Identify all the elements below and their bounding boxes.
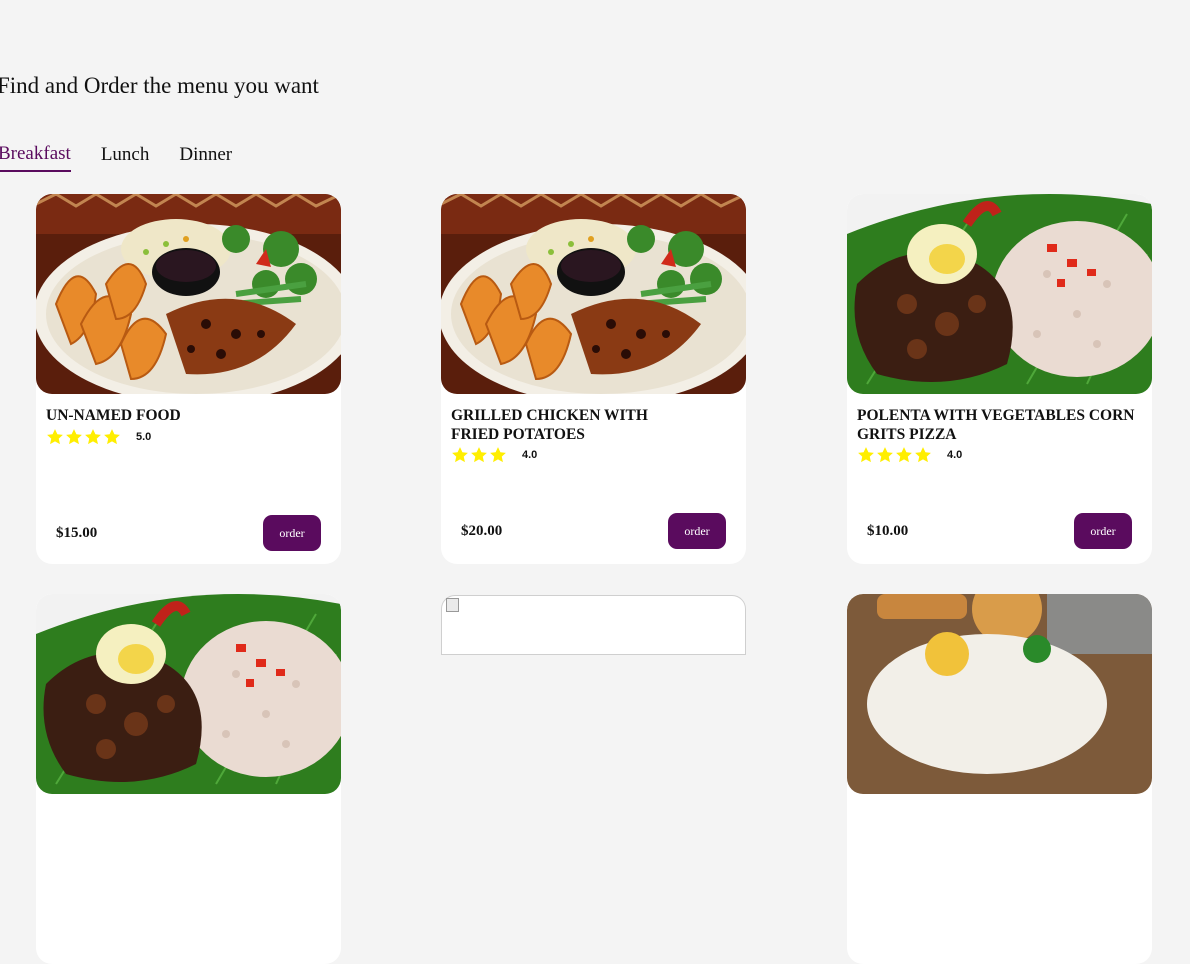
rating-value: 4.0 (522, 449, 538, 461)
tab-breakfast[interactable]: Breakfast (0, 142, 71, 172)
star-icon (85, 429, 101, 445)
star-icon (490, 447, 506, 463)
menu-card (847, 594, 1152, 964)
star-icon (896, 447, 912, 463)
tab-dinner[interactable]: Dinner (179, 142, 232, 172)
page-headline: Find and Order the menu you want (0, 73, 319, 98)
food-name: POLENTA WITH VEGETABLES CORN GRITS PIZZA (857, 407, 1135, 443)
food-photo (36, 194, 341, 394)
food-photo (847, 194, 1152, 394)
food-name: GRILLED CHICKEN WITH FRIED POTATOES (451, 407, 648, 443)
food-name: UN-NAMED FOOD (46, 407, 181, 424)
star-icon (452, 447, 468, 463)
broken-image-icon (446, 598, 459, 612)
food-photo (847, 594, 1152, 794)
menu-card (36, 594, 341, 964)
food-price: $20.00 (461, 523, 503, 539)
star-icon (877, 447, 893, 463)
rating: 5.0 (46, 428, 151, 446)
star-icon (104, 429, 120, 445)
order-button[interactable]: order (263, 515, 321, 551)
order-button[interactable]: order (668, 513, 726, 549)
star-icon (471, 447, 487, 463)
tab-lunch[interactable]: Lunch (101, 142, 150, 172)
rating: 4.0 (857, 446, 962, 464)
meal-tabs: Breakfast Lunch Dinner (0, 142, 262, 172)
star-icon (66, 429, 82, 445)
order-button[interactable]: order (1074, 513, 1132, 549)
food-photo (36, 594, 341, 794)
star-icon (858, 447, 874, 463)
rating-value: 5.0 (136, 431, 152, 443)
broken-food-photo (441, 595, 746, 655)
food-price: $10.00 (867, 523, 909, 539)
star-icon (915, 447, 931, 463)
menu-card: GRILLED CHICKEN WITH FRIED POTATOES 4.0 … (441, 194, 746, 564)
star-rating (857, 446, 933, 464)
food-photo (441, 194, 746, 394)
star-icon (47, 429, 63, 445)
menu-card: POLENTA WITH VEGETABLES CORN GRITS PIZZA… (847, 194, 1152, 564)
star-rating (46, 428, 122, 446)
menu-card: UN-NAMED FOOD 5.0 $15.00 order (36, 194, 341, 564)
food-price: $15.00 (56, 525, 98, 541)
rating: 4.0 (451, 446, 537, 464)
rating-value: 4.0 (947, 449, 963, 461)
star-rating (451, 446, 508, 464)
